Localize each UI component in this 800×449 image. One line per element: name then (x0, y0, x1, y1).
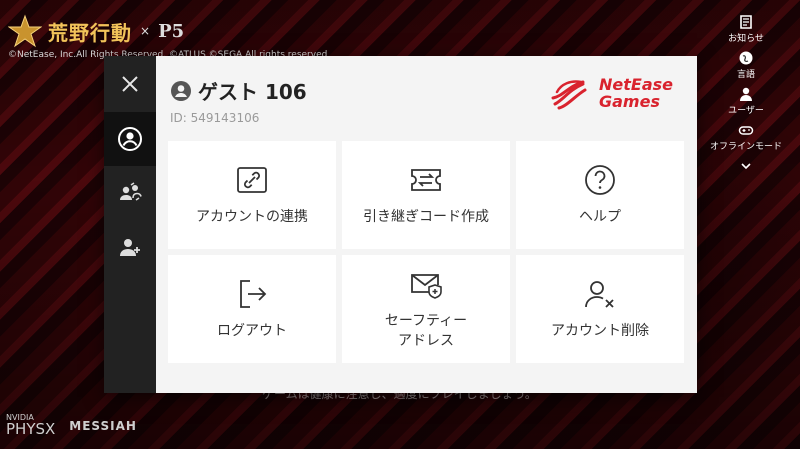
tab-add-account[interactable] (104, 220, 156, 274)
physx-logo: NVIDIA PHYSX (6, 414, 55, 437)
logout-label: ログアウト (217, 322, 287, 339)
safety-address-button[interactable]: セーフティー アドレス (342, 255, 510, 363)
delete-account-label: アカウント削除 (551, 322, 649, 339)
switch-users-icon (120, 182, 142, 201)
globe-icon (739, 51, 753, 65)
messiah-logo: MESSIAH (69, 418, 137, 433)
star-emblem-icon (8, 14, 42, 48)
right-menu: お知らせ 言語 ユーザー オフラインモード (706, 14, 786, 175)
user-menu-label: ユーザー (728, 106, 764, 116)
user-id: ID: 549143106 (170, 111, 260, 125)
transfer-code-label: 引き継ぎコード作成 (363, 208, 489, 225)
add-user-icon (120, 239, 140, 256)
link-icon (237, 166, 267, 193)
dialog-sidebar (104, 56, 156, 393)
news-label: お知らせ (728, 34, 764, 44)
user-icon (739, 87, 752, 101)
tab-switch-account[interactable] (104, 166, 156, 220)
netease-swirl-icon (551, 80, 587, 110)
close-button[interactable] (104, 56, 156, 112)
link-account-label: アカウントの連携 (196, 208, 308, 225)
language-label: 言語 (736, 70, 755, 80)
delete-account-icon (585, 280, 614, 308)
collab-logo: P5 (158, 20, 185, 42)
expand-menu-button[interactable] (738, 158, 754, 175)
help-button[interactable]: ヘルプ (516, 141, 684, 249)
news-icon (740, 15, 752, 29)
tab-account[interactable] (104, 112, 156, 166)
close-icon (122, 76, 138, 92)
brand-text: NetEase Games (599, 76, 673, 111)
physx-text: PHYSX (6, 420, 56, 438)
user-menu-button[interactable]: ユーザー (728, 86, 764, 116)
collab-separator: × (140, 24, 151, 38)
account-circle-icon (118, 127, 142, 151)
logout-button[interactable]: ログアウト (168, 255, 336, 363)
user-header: ゲスト 106 ID: 549143106 (170, 76, 307, 125)
user-name: ゲスト 106 (198, 80, 307, 104)
account-dialog: ゲスト 106 ID: 549143106 NetEase Games アカウン… (104, 56, 697, 393)
help-label: ヘルプ (579, 208, 621, 225)
transfer-code-button[interactable]: 引き継ぎコード作成 (342, 141, 510, 249)
dialog-main: ゲスト 106 ID: 549143106 NetEase Games アカウン… (156, 56, 697, 393)
delete-account-button[interactable]: アカウント削除 (516, 255, 684, 363)
news-button[interactable]: お知らせ (728, 14, 764, 44)
engine-logos: NVIDIA PHYSX MESSIAH (6, 414, 137, 437)
link-account-button[interactable]: アカウントの連携 (168, 141, 336, 249)
user-avatar-icon (171, 80, 191, 101)
safety-mail-icon (411, 273, 442, 299)
netease-games-logo: NetEase Games (549, 74, 673, 114)
language-button[interactable]: 言語 (737, 50, 755, 80)
gamepad-icon (738, 126, 754, 135)
user-name-row: ゲスト 106 (170, 76, 307, 105)
offline-mode-label: オフラインモード (709, 142, 782, 152)
game-logo: 荒野行動 × P5 (8, 14, 184, 48)
transfer-ticket-icon (411, 168, 441, 191)
logout-icon (240, 279, 267, 308)
chevron-down-icon (741, 163, 751, 170)
offline-mode-button[interactable]: オフラインモード (710, 122, 782, 152)
action-grid: アカウントの連携 引き継ぎコード作成 ヘルプ ログアウト セーフティー アドレス… (168, 141, 684, 363)
help-icon (585, 164, 615, 195)
brand-line2: Games (599, 92, 660, 111)
safety-address-label: セーフティー アドレス (384, 312, 468, 349)
game-title: 荒野行動 (48, 20, 132, 45)
